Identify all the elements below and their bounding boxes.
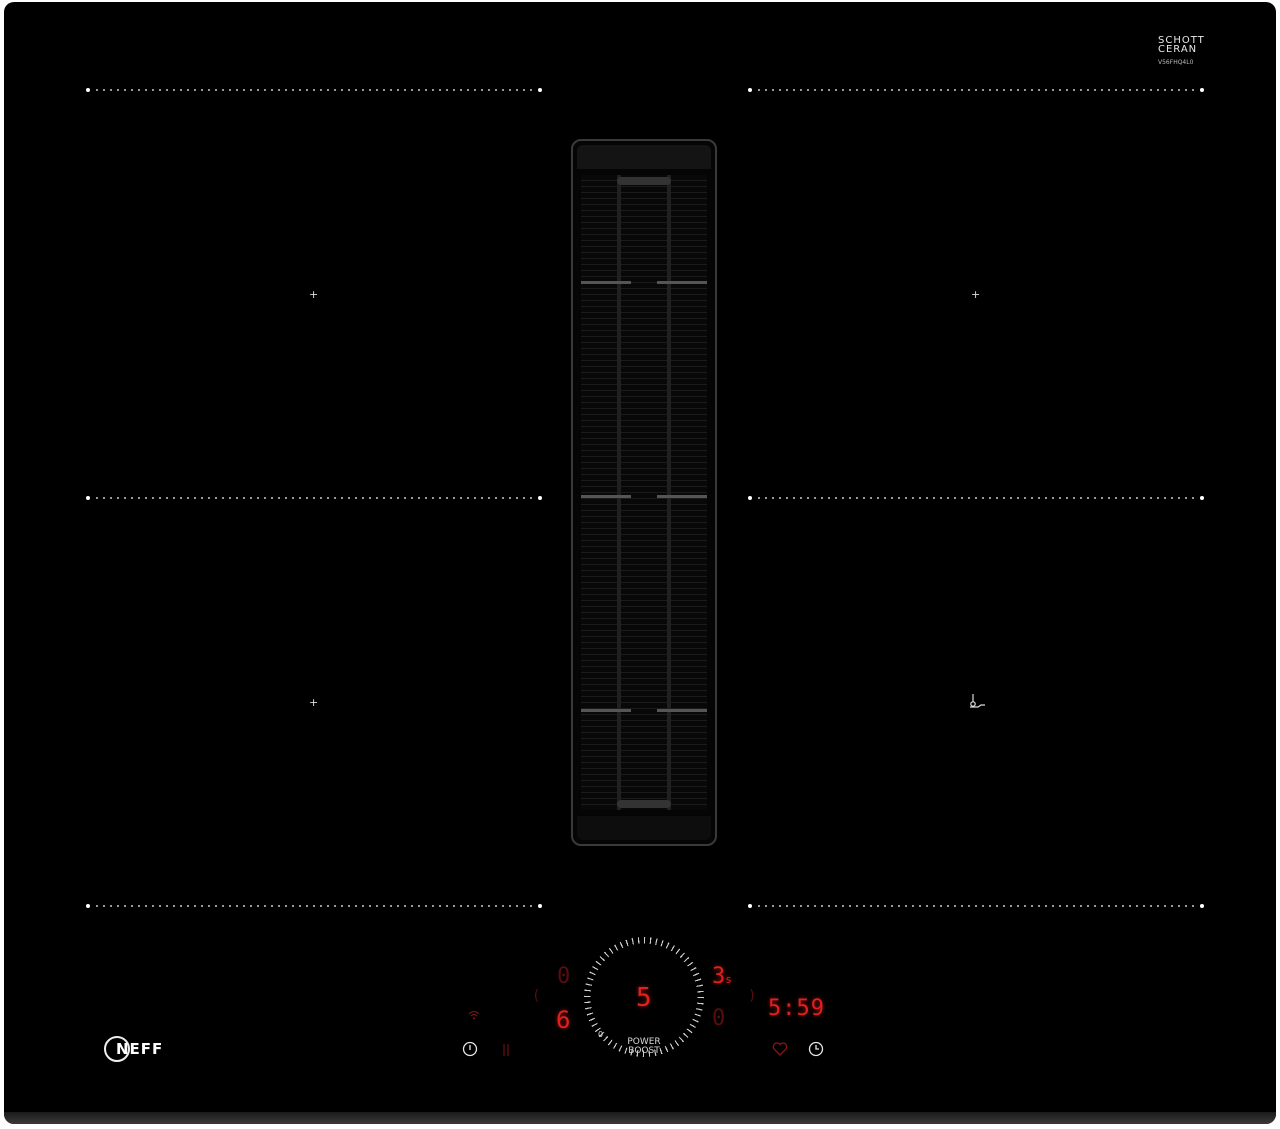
vent-grille (581, 175, 707, 810)
power-icon[interactable] (462, 1041, 478, 1057)
right-bottom-digit[interactable]: 0 (712, 1006, 725, 1031)
right-bracket-icon: ) (748, 988, 757, 1004)
zone-line-left-top (86, 88, 542, 92)
zone-line-right-bottom (748, 904, 1204, 908)
zone-center-cross-icon: + (309, 696, 319, 709)
timer-display: 5:59 (768, 996, 825, 1021)
zone-line-right-top (748, 88, 1204, 92)
downdraft-vent[interactable] (571, 139, 717, 846)
right-top-digit[interactable]: 3s (712, 964, 732, 989)
zone-line-left-bottom (86, 904, 542, 908)
power-boost-button[interactable]: POWER BOOST (622, 1038, 666, 1056)
left-bracket-icon: ( (532, 988, 541, 1004)
favourite-icon[interactable] (772, 1041, 788, 1056)
timer-clock-icon[interactable] (808, 1041, 824, 1057)
zone-center-cross-icon: + (309, 288, 319, 301)
dial-zero-label: 0 (598, 1030, 604, 1039)
lock-indicator-icon (503, 1042, 509, 1056)
zone-center-cross-icon: + (971, 288, 981, 301)
home-connect-icon[interactable] (468, 1010, 480, 1023)
vent-top-cap (577, 145, 711, 169)
frying-sensor-icon (968, 692, 988, 710)
glass-brand-mark: SCHOTT CERAN V56FHQ4L0 (1158, 36, 1205, 67)
power-boost-line2: BOOST (628, 1046, 660, 1056)
vent-bottom-cap (577, 816, 711, 840)
neff-logo: NEFF (104, 1034, 163, 1064)
fan-level-display: 5 (636, 983, 652, 1013)
left-top-digit[interactable]: 0 (557, 964, 570, 989)
zone-line-left-middle (86, 496, 542, 500)
cooktop-frame-edge (4, 1112, 1276, 1124)
zone-line-right-middle (748, 496, 1204, 500)
model-code: V56FHQ4L0 (1158, 59, 1194, 66)
logo-text: NEFF (116, 1040, 164, 1058)
left-bottom-digit[interactable]: 6 (556, 1006, 570, 1034)
glass-brand-line2: CERAN (1158, 44, 1198, 55)
